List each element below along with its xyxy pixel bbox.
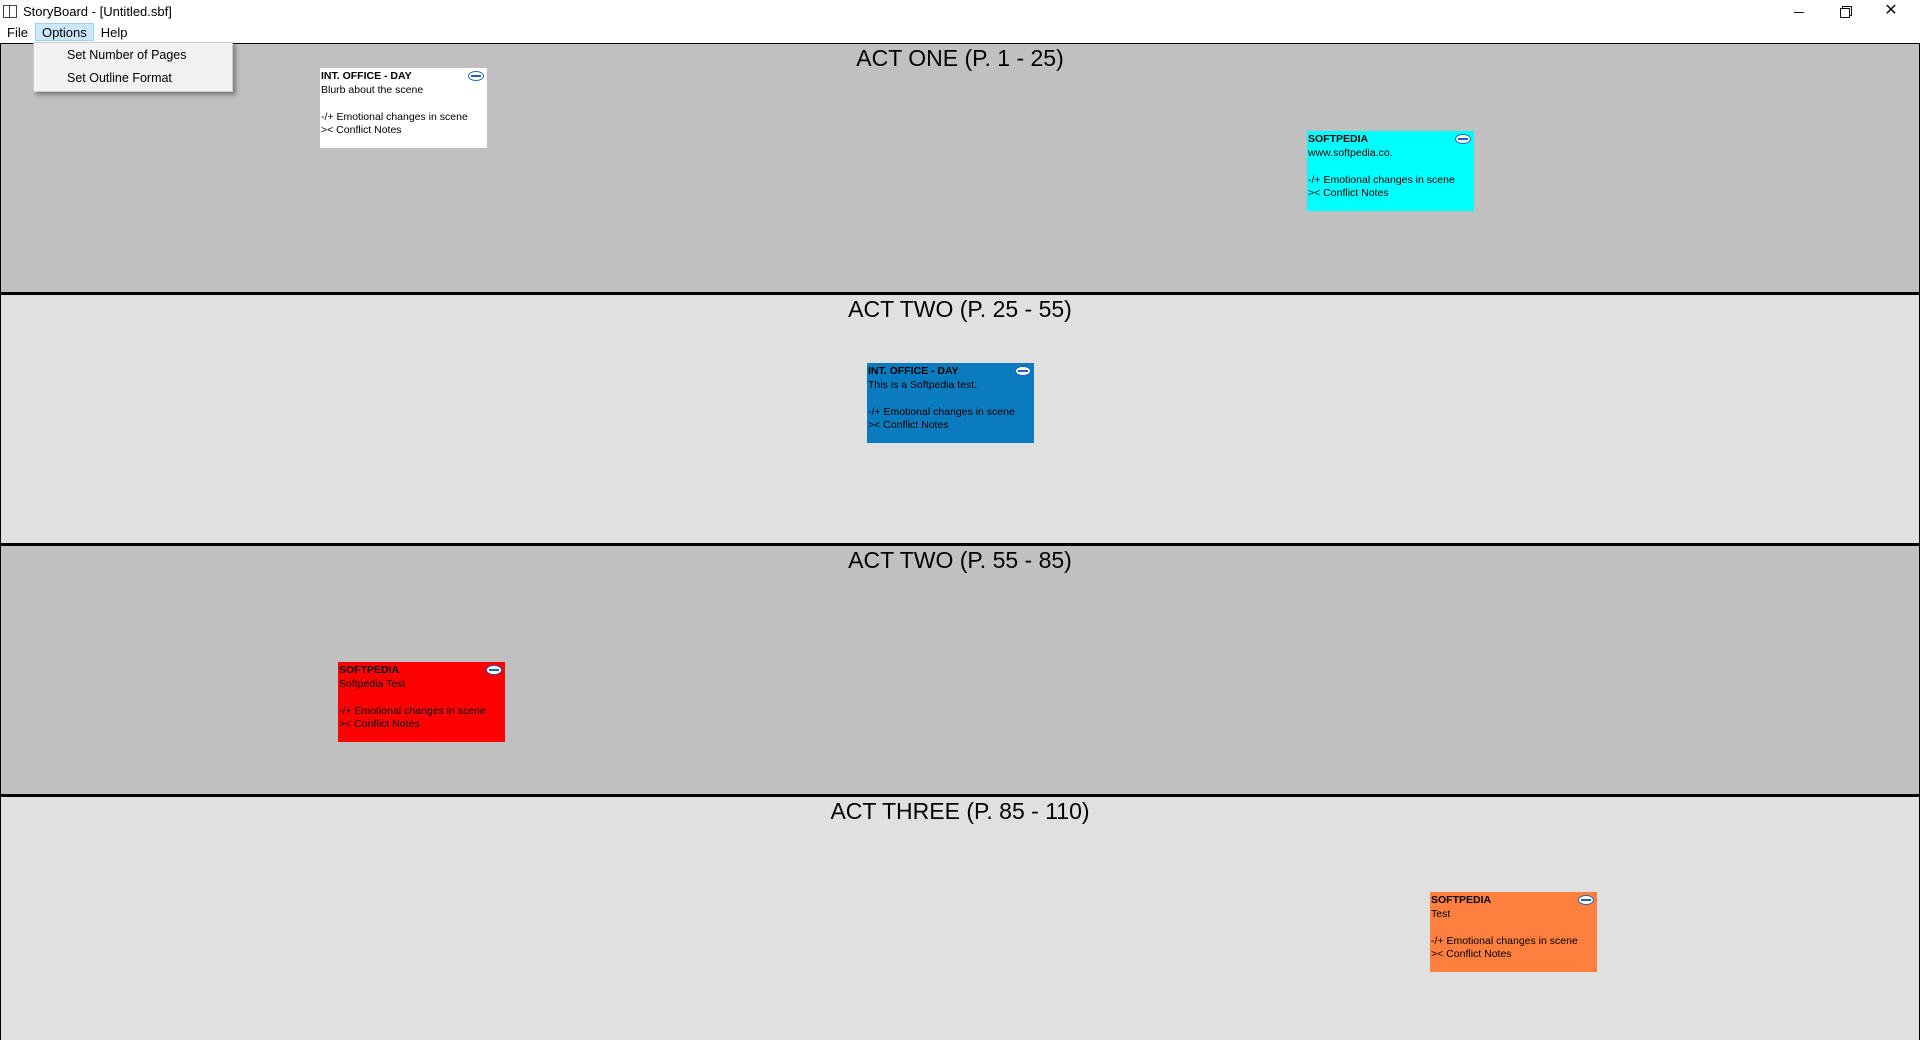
restore-button[interactable] [1822, 0, 1868, 22]
card-emotion: -/+ Emotional changes in scene [1431, 934, 1578, 947]
close-button[interactable]: ✕ [1868, 0, 1914, 22]
card-blurb: This is a Softpedia test. [868, 378, 978, 391]
restore-icon [1839, 5, 1852, 18]
act-title: ACT TWO (P. 55 - 85) [848, 547, 1072, 573]
card-blurb: www.softpedia.co. [1308, 146, 1393, 159]
card-heading: INT. OFFICE - DAY [321, 70, 412, 82]
minimize-button[interactable] [1776, 0, 1822, 22]
card-conflict: >< Conflict Notes [321, 124, 402, 136]
book-icon [3, 4, 17, 18]
storyboard: ACT ONE (P. 1 - 25) INT. OFFICE - DAY Bl… [0, 43, 1920, 1040]
act-title: ACT TWO (P. 25 - 55) [848, 296, 1072, 322]
card-conflict: >< Conflict Notes [1308, 187, 1389, 199]
scene-card[interactable]: SOFTPEDIA Softpedia Test -/+ Emotional c… [338, 662, 505, 742]
card-menu-icon[interactable] [486, 665, 502, 675]
minimize-icon [1794, 11, 1804, 13]
card-emotion: -/+ Emotional changes in scene [339, 704, 486, 717]
card-blurb: Softpedia Test [339, 677, 406, 690]
card-emotion: -/+ Emotional changes in scene [1308, 173, 1455, 186]
card-conflict: >< Conflict Notes [1431, 948, 1512, 960]
card-heading: SOFTPEDIA [339, 664, 400, 676]
card-menu-icon[interactable] [468, 71, 484, 81]
close-icon: ✕ [1884, 2, 1898, 19]
scene-card[interactable]: INT. OFFICE - DAY This is a Softpedia te… [867, 363, 1034, 443]
menu-item-set-number-of-pages[interactable]: Set Number of Pages [34, 44, 232, 66]
title-bar[interactable]: StoryBoard - [Untitled.sbf] ✕ [0, 0, 1920, 22]
menu-item-set-outline-format[interactable]: Set Outline Format [34, 67, 232, 89]
card-heading: SOFTPEDIA [1431, 894, 1492, 906]
card-blurb: Blurb about the scene [321, 83, 424, 96]
act-panel-three[interactable]: ACT TWO (P. 55 - 85) SOFTPEDIA Softpedia… [0, 543, 1920, 797]
menu-bar: File Options Help [0, 22, 1920, 42]
card-menu-icon[interactable] [1578, 895, 1594, 905]
card-menu-icon[interactable] [1015, 366, 1031, 376]
card-heading: INT. OFFICE - DAY [868, 365, 959, 377]
card-heading: SOFTPEDIA [1308, 133, 1369, 145]
card-menu-icon[interactable] [1455, 134, 1471, 144]
scene-card[interactable]: INT. OFFICE - DAY Blurb about the scene … [320, 68, 487, 148]
act-title: ACT THREE (P. 85 - 110) [830, 798, 1090, 824]
card-conflict: >< Conflict Notes [868, 419, 949, 431]
menu-options[interactable]: Options [34, 23, 94, 41]
card-conflict: >< Conflict Notes [339, 718, 420, 730]
scene-card[interactable]: SOFTPEDIA Test -/+ Emotional changes in … [1430, 892, 1597, 972]
card-blurb: Test [1431, 907, 1451, 920]
act-title: ACT ONE (P. 1 - 25) [856, 45, 1064, 71]
act-panel-two[interactable]: ACT TWO (P. 25 - 55) INT. OFFICE - DAY T… [0, 292, 1920, 546]
act-panel-one[interactable]: ACT ONE (P. 1 - 25) INT. OFFICE - DAY Bl… [0, 43, 1920, 293]
card-emotion: -/+ Emotional changes in scene [868, 405, 1015, 418]
scene-card[interactable]: SOFTPEDIA www.softpedia.co. -/+ Emotiona… [1307, 131, 1474, 211]
menu-help[interactable]: Help [94, 23, 135, 41]
card-emotion: -/+ Emotional changes in scene [321, 110, 468, 123]
window-title: StoryBoard - [Untitled.sbf] [23, 3, 172, 19]
act-panel-four[interactable]: ACT THREE (P. 85 - 110) SOFTPEDIA Test -… [0, 794, 1920, 1040]
options-dropdown: Set Number of Pages Set Outline Format [33, 42, 233, 92]
menu-file[interactable]: File [0, 23, 35, 41]
